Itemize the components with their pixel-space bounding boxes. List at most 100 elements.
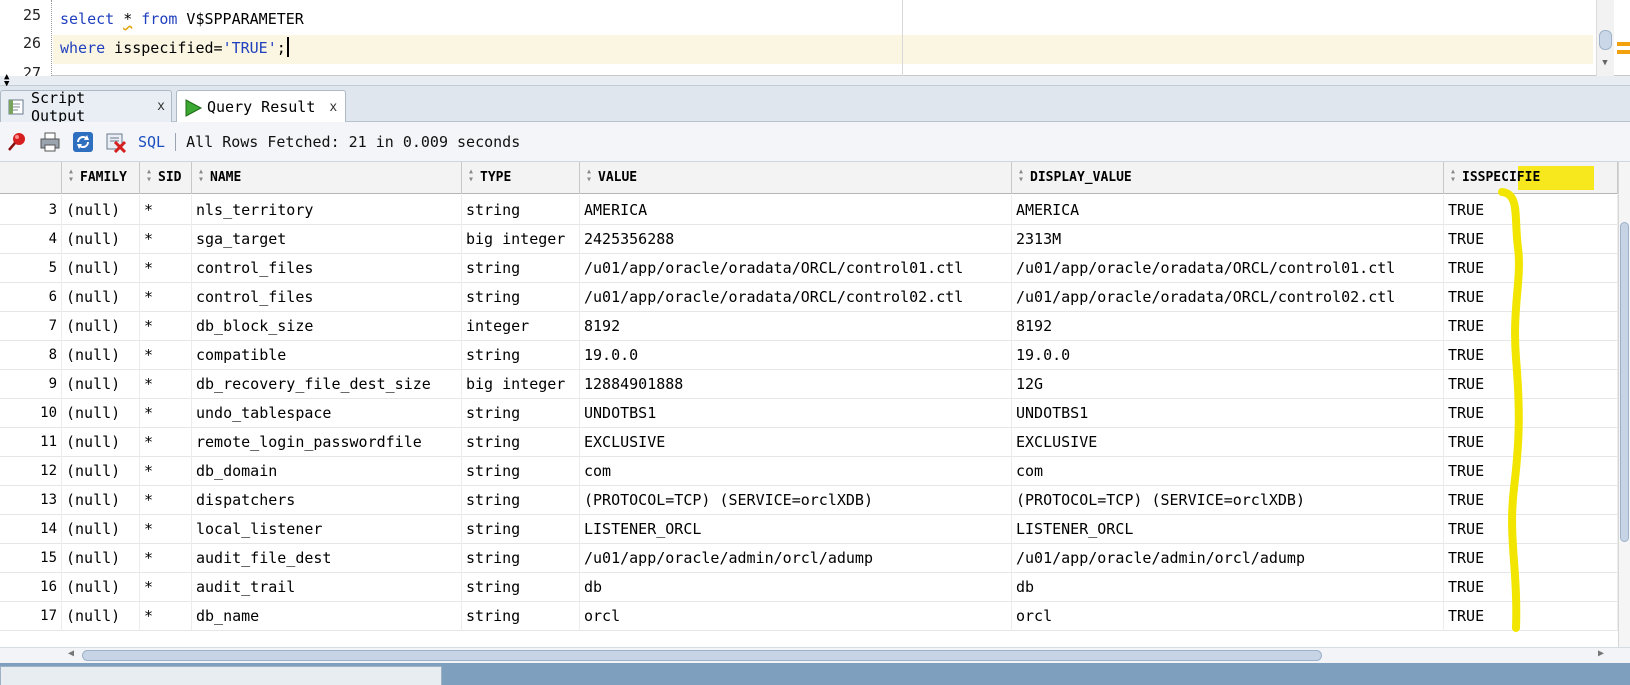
overview-ruler-mark[interactable] [1617,42,1630,46]
sort-icon[interactable]: ▴ ▾ [196,167,206,185]
pin-icon[interactable] [6,131,28,153]
cell-type[interactable]: string [462,195,580,225]
table-row[interactable]: 9 (null) * db_recovery_file_dest_size big in… [0,369,1618,399]
cell-name[interactable]: db_block_size [192,311,462,341]
cell-family[interactable]: (null) [62,253,140,283]
table-row[interactable]: 7 (null) * db_block_size integer 8192 8192 TRUE [0,311,1618,341]
cell-family[interactable]: (null) [62,572,140,602]
cell-family[interactable]: (null) [62,282,140,312]
cell-sid[interactable]: * [140,398,192,428]
code-line[interactable]: where isspecified='TRUE'; [60,34,289,62]
cell-name[interactable]: local_listener [192,514,462,544]
cell-display-value[interactable]: com [1012,456,1444,486]
editor-scroll-thumb[interactable] [1599,30,1612,50]
cell-family[interactable]: (null) [62,369,140,399]
cell-name[interactable]: control_files [192,253,462,283]
table-row[interactable]: 17 (null) * db_name string orcl orcl TRUE [0,601,1618,631]
sort-icon[interactable]: ▴ ▾ [466,167,476,185]
cell-type[interactable]: string [462,601,580,631]
cell-family[interactable]: (null) [62,340,140,370]
cell-display-value[interactable]: db [1012,572,1444,602]
cell-family[interactable]: (null) [62,195,140,225]
cell-isspecified[interactable]: TRUE [1444,253,1618,283]
cell-isspecified[interactable]: TRUE [1444,311,1618,341]
cell-isspecified[interactable]: TRUE [1444,485,1618,515]
cancel-icon[interactable] [105,131,127,153]
cell-type[interactable]: string [462,456,580,486]
cell-isspecified[interactable]: TRUE [1444,572,1618,602]
grid-horizontal-scroll-thumb[interactable] [82,650,1322,661]
cell-sid[interactable]: * [140,253,192,283]
close-tab-icon[interactable]: x [329,100,337,115]
grid-vertical-scroll-thumb[interactable] [1620,222,1629,542]
cell-name[interactable]: control_files [192,282,462,312]
cell-value[interactable]: /u01/app/oracle/oradata/ORCL/control01.c… [580,253,1012,283]
cell-display-value[interactable]: AMERICA [1012,195,1444,225]
cell-family[interactable]: (null) [62,543,140,573]
cell-type[interactable]: string [462,485,580,515]
column-header-family[interactable]: ▴ ▾ FAMILY [62,162,140,194]
table-row[interactable]: 10 (null) * undo_tablespace string UNDOTBS1 UN… [0,398,1618,428]
table-row[interactable]: 13 (null) * dispatchers string (PROTOCOL=TCP)… [0,485,1618,515]
status-bar-tab[interactable] [0,666,442,685]
cell-isspecified[interactable]: TRUE [1444,514,1618,544]
cell-display-value[interactable]: /u01/app/oracle/oradata/ORCL/control01.c… [1012,253,1444,283]
cell-value[interactable]: orcl [580,601,1012,631]
cell-display-value[interactable]: 8192 [1012,311,1444,341]
column-header-value[interactable]: ▴ ▾ VALUE [580,162,1012,194]
cell-family[interactable]: (null) [62,601,140,631]
cell-sid[interactable]: * [140,601,192,631]
sort-icon[interactable]: ▴ ▾ [66,167,76,185]
column-header-display-value[interactable]: ▴ ▾ DISPLAY_VALUE [1012,162,1444,194]
table-row[interactable]: 8 (null) * compatible string 19.0.0 19.0.0 TRUE [0,340,1618,370]
cell-name[interactable]: dispatchers [192,485,462,515]
cell-value[interactable]: 8192 [580,311,1012,341]
cell-family[interactable]: (null) [62,427,140,457]
cell-sid[interactable]: * [140,195,192,225]
cell-sid[interactable]: * [140,514,192,544]
cell-family[interactable]: (null) [62,456,140,486]
cell-family[interactable]: (null) [62,398,140,428]
print-icon[interactable] [39,131,61,153]
cell-value[interactable]: 19.0.0 [580,340,1012,370]
cell-value[interactable]: (PROTOCOL=TCP) (SERVICE=orclXDB) [580,485,1012,515]
cell-isspecified[interactable]: TRUE [1444,543,1618,573]
cell-isspecified[interactable]: TRUE [1444,456,1618,486]
cell-value[interactable]: LISTENER_ORCL [580,514,1012,544]
sql-button[interactable]: SQL [138,133,165,151]
cell-name[interactable]: sga_target [192,224,462,254]
sort-icon[interactable]: ▴ ▾ [144,167,154,185]
cell-name[interactable]: undo_tablespace [192,398,462,428]
cell-display-value[interactable]: 19.0.0 [1012,340,1444,370]
cell-sid[interactable]: * [140,543,192,573]
cell-name[interactable]: compatible [192,340,462,370]
cell-type[interactable]: string [462,340,580,370]
sort-icon[interactable]: ▴ ▾ [1448,167,1458,185]
column-header-type[interactable]: ▴ ▾ TYPE [462,162,580,194]
cell-isspecified[interactable]: TRUE [1444,340,1618,370]
cell-value[interactable]: /u01/app/oracle/admin/orcl/adump [580,543,1012,573]
cell-family[interactable]: (null) [62,485,140,515]
cell-name[interactable]: audit_trail [192,572,462,602]
scroll-left-arrow-icon[interactable]: ◀ [68,648,74,659]
cell-family[interactable]: (null) [62,514,140,544]
table-row[interactable]: 4 (null) * sga_target big integer 2425356288 2… [0,224,1618,254]
cell-value[interactable]: 2425356288 [580,224,1012,254]
cell-value[interactable]: /u01/app/oracle/oradata/ORCL/control02.c… [580,282,1012,312]
cell-family[interactable]: (null) [62,311,140,341]
cell-type[interactable]: string [462,427,580,457]
scroll-down-arrow-icon[interactable]: ▼ [1599,58,1611,68]
overview-ruler-mark[interactable] [1617,50,1630,54]
cell-display-value[interactable]: /u01/app/oracle/oradata/ORCL/control02.c… [1012,282,1444,312]
column-header-row-number[interactable] [0,162,62,194]
refresh-icon[interactable] [72,131,94,153]
cell-display-value[interactable]: UNDOTBS1 [1012,398,1444,428]
cell-type[interactable]: string [462,572,580,602]
table-row[interactable]: 5 (null) * control_files string/u01/app/orac… [0,253,1618,283]
cell-name[interactable]: db_domain [192,456,462,486]
pane-splitter[interactable] [0,76,1630,86]
cell-value[interactable]: EXCLUSIVE [580,427,1012,457]
tab-query-result[interactable]: Query Result x [176,90,346,123]
cell-name[interactable]: audit_file_dest [192,543,462,573]
sort-icon[interactable]: ▴ ▾ [584,167,594,185]
